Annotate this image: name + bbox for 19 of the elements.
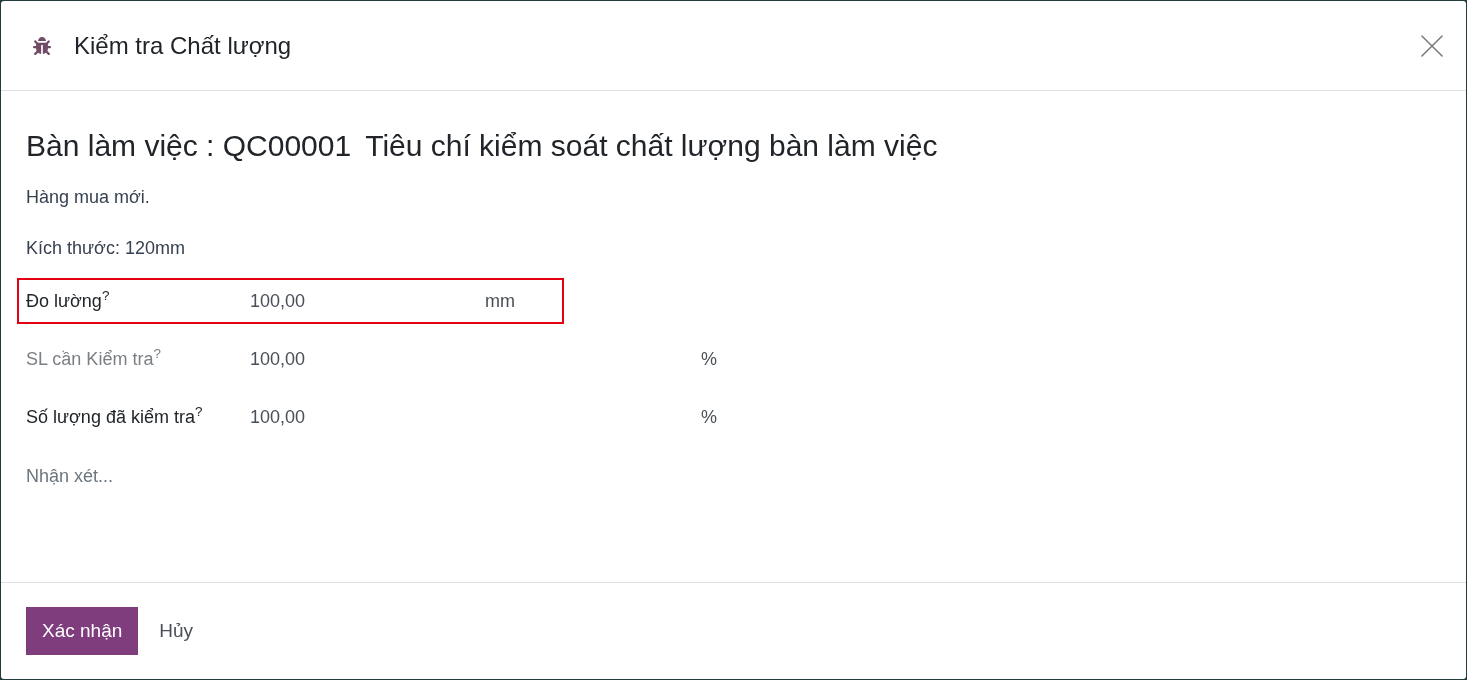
record-title: Tiêu chí kiểm soát chất lượng bàn làm việc [365,128,938,164]
note-text: Kích thước: 120mm [26,237,186,260]
field-label: SL cần Kiểm tra$^{?}$ [26,345,162,371]
unit-label: mm [485,289,515,313]
unit-label: % [701,405,717,429]
value-field[interactable]: 100,00 [250,402,691,432]
dialog-title: Kiểm tra Chất lượng [74,30,292,61]
value-text: 100,00 [250,348,307,371]
value-field[interactable]: 100,00 [250,286,475,316]
note-text: Hàng mua mới. [26,186,151,209]
cancel-button[interactable]: Hủy [143,607,210,655]
comment-field[interactable]: Nhận xét... [26,461,1441,491]
unit-label: % [701,347,717,371]
field-label: Số lượng đã kiểm tra$^{?}$ [26,403,204,429]
confirm-button[interactable]: Xác nhận [26,607,139,655]
record-reference: Bàn làm việc : QC00001 [26,128,352,164]
bug-icon [33,36,51,55]
close-icon [1421,34,1443,57]
field-label: Đo lường$^{?}$ [26,287,111,313]
